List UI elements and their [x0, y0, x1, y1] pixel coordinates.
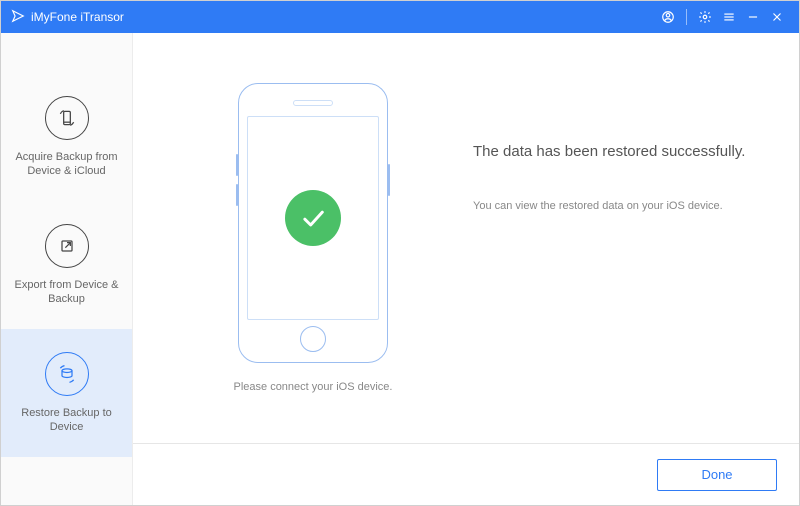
account-button[interactable] [656, 5, 680, 29]
success-subtitle: You can view the restored data on your i… [473, 200, 745, 212]
main-panel: Please connect your iOS device. The data… [133, 33, 799, 505]
app-title: iMyFone iTransor [31, 10, 124, 24]
app-window: iMyFone iTransor [0, 0, 800, 506]
content-area: Please connect your iOS device. The data… [133, 33, 799, 443]
minimize-button[interactable] [741, 5, 765, 29]
sidebar-item-label: Export from Device & Backup [9, 278, 124, 307]
app-brand: iMyFone iTransor [11, 9, 124, 26]
done-button[interactable]: Done [657, 459, 777, 491]
phone-illustration [238, 83, 388, 363]
connect-prompt: Please connect your iOS device. [234, 381, 393, 393]
device-column: Please connect your iOS device. [193, 83, 433, 393]
phone-screen [247, 116, 379, 320]
sidebar-item-export[interactable]: Export from Device & Backup [1, 201, 132, 329]
database-restore-icon [45, 352, 89, 396]
sidebar: Acquire Backup from Device & iCloud Expo… [1, 33, 133, 505]
menu-button[interactable] [717, 5, 741, 29]
phone-sync-icon [45, 96, 89, 140]
app-logo-icon [11, 9, 25, 26]
sidebar-item-acquire-backup[interactable]: Acquire Backup from Device & iCloud [1, 73, 132, 201]
sidebar-item-label: Acquire Backup from Device & iCloud [9, 150, 124, 179]
close-button[interactable] [765, 5, 789, 29]
export-icon [45, 224, 89, 268]
sidebar-item-label: Restore Backup to Device [9, 406, 124, 435]
titlebar: iMyFone iTransor [1, 1, 799, 33]
settings-button[interactable] [693, 5, 717, 29]
message-column: The data has been restored successfully.… [433, 83, 745, 212]
success-title: The data has been restored successfully. [473, 143, 745, 160]
footer-bar: Done [133, 443, 799, 505]
sidebar-item-restore-backup[interactable]: Restore Backup to Device [1, 329, 132, 457]
success-check-icon [285, 190, 341, 246]
app-body: Acquire Backup from Device & iCloud Expo… [1, 33, 799, 505]
titlebar-divider [686, 9, 687, 25]
